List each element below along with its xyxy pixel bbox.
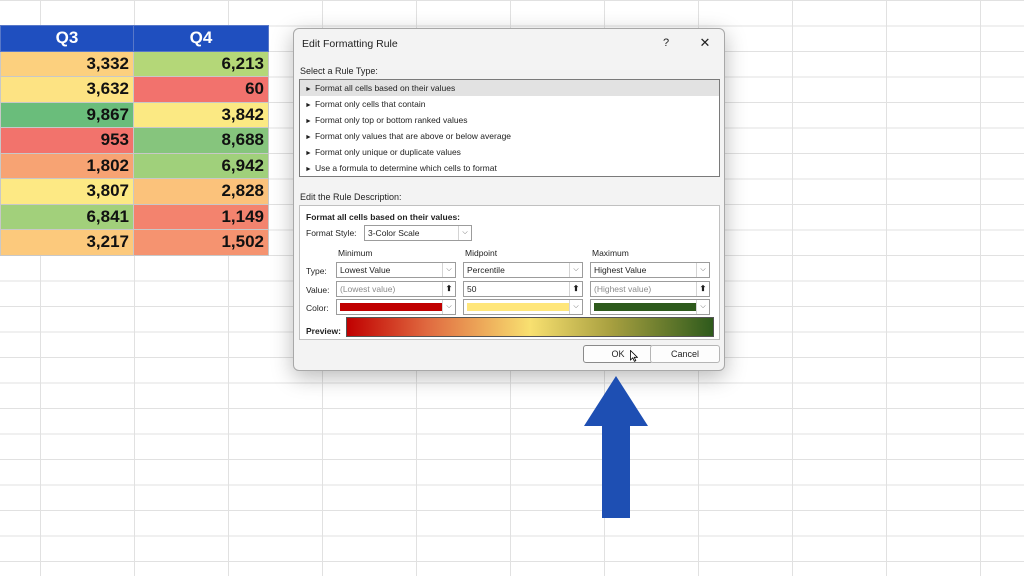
triangle-right-icon: ► <box>305 102 312 109</box>
rule-description-label: Edit the Rule Description: <box>300 192 402 202</box>
maximum-type-value: Highest Value <box>594 265 647 275</box>
minimum-color-swatch <box>340 303 442 311</box>
rule-type-item[interactable]: ► Format all cells based on their values <box>300 80 719 96</box>
midpoint-value: 50 <box>467 284 477 294</box>
midpoint-header: Midpoint <box>465 248 498 258</box>
chevron-down-icon: ⌵ <box>569 263 582 277</box>
triangle-right-icon: ► <box>305 166 312 173</box>
chevron-down-icon: ⌵ <box>569 300 582 314</box>
table-cell[interactable]: 1,149 <box>133 203 269 230</box>
rule-type-item[interactable]: ► Format only unique or duplicate values <box>300 144 719 160</box>
chevron-down-icon: ⌵ <box>458 226 471 240</box>
triangle-right-icon: ► <box>305 118 312 125</box>
minimum-header: Minimum <box>338 248 373 258</box>
dialog-title: Edit Formatting Rule <box>302 38 398 50</box>
table-cell[interactable]: 6,213 <box>133 50 269 77</box>
color-label: Color: <box>306 303 329 313</box>
mouse-pointer-icon <box>630 350 638 362</box>
edit-formatting-rule-dialog: Edit Formatting Rule ? ✕ Select a Rule T… <box>293 28 725 371</box>
rule-type-label-text: Format all cells based on their values <box>314 83 456 93</box>
table-cell[interactable]: 3,632 <box>0 76 134 103</box>
midpoint-color-swatch <box>467 303 569 311</box>
minimum-value-placeholder: (Lowest value) <box>340 284 396 294</box>
table-cell[interactable]: 3,807 <box>0 178 134 205</box>
triangle-right-icon: ► <box>305 134 312 141</box>
format-style-select[interactable]: 3-Color Scale ⌵ <box>364 225 472 241</box>
ok-button[interactable]: OK <box>583 345 653 363</box>
collapse-dialog-icon[interactable]: ⬆ <box>442 282 455 296</box>
up-arrow-icon <box>584 376 648 518</box>
column-header-q3[interactable]: Q3 <box>0 25 134 52</box>
collapse-dialog-icon[interactable]: ⬆ <box>696 282 709 296</box>
table-cell[interactable]: 3,217 <box>0 229 134 256</box>
minimum-color-select[interactable]: ⌵ <box>336 299 456 315</box>
preview-label: Preview: <box>306 326 341 336</box>
rule-type-item[interactable]: ► Format only top or bottom ranked values <box>300 112 719 128</box>
midpoint-value-input[interactable]: 50 ⬆ <box>463 281 583 297</box>
close-button[interactable]: ✕ <box>696 34 714 52</box>
value-label: Value: <box>306 285 330 295</box>
rule-type-label-text: Format only values that are above or bel… <box>314 131 512 141</box>
help-button[interactable]: ? <box>658 35 674 51</box>
column-header-q4[interactable]: Q4 <box>133 25 269 52</box>
rule-type-item[interactable]: ► Format only cells that contain <box>300 96 719 112</box>
table-cell[interactable]: 1,802 <box>0 152 134 179</box>
rule-type-item[interactable]: ► Format only values that are above or be… <box>300 128 719 144</box>
maximum-type-select[interactable]: Highest Value ⌵ <box>590 262 710 278</box>
type-label: Type: <box>306 266 327 276</box>
rule-type-label-text: Format only top or bottom ranked values <box>314 115 468 125</box>
table-row: 3,332 6,213 <box>0 50 269 77</box>
table-cell[interactable]: 60 <box>133 76 269 103</box>
cancel-button[interactable]: Cancel <box>650 345 720 363</box>
rule-type-label-text: Use a formula to determine which cells t… <box>314 163 497 173</box>
table-cell[interactable]: 3,842 <box>133 101 269 128</box>
triangle-right-icon: ► <box>305 86 312 93</box>
table-cell[interactable]: 953 <box>0 127 134 154</box>
rule-type-label-text: Format only cells that contain <box>314 99 426 109</box>
table-cell[interactable]: 2,828 <box>133 178 269 205</box>
chevron-down-icon: ⌵ <box>442 300 455 314</box>
format-style-label: Format Style: <box>306 228 357 238</box>
minimum-type-select[interactable]: Lowest Value ⌵ <box>336 262 456 278</box>
table-row: 3,632 60 <box>0 76 269 103</box>
table-row: 6,841 1,149 <box>0 203 269 230</box>
chevron-down-icon: ⌵ <box>442 263 455 277</box>
midpoint-type-value: Percentile <box>467 265 505 275</box>
midpoint-type-select[interactable]: Percentile ⌵ <box>463 262 583 278</box>
minimum-type-value: Lowest Value <box>340 265 391 275</box>
color-scale-preview <box>346 317 714 337</box>
table-header-row: Q3 Q4 <box>0 25 269 52</box>
table-cell[interactable]: 3,332 <box>0 50 134 77</box>
rule-description-panel: Format all cells based on their values: … <box>299 205 720 340</box>
maximum-value-placeholder: (Highest value) <box>594 284 652 294</box>
rule-type-label: Select a Rule Type: <box>300 66 378 76</box>
table-row: 1,802 6,942 <box>0 152 269 179</box>
table-cell[interactable]: 9,867 <box>0 101 134 128</box>
description-heading: Format all cells based on their values: <box>306 212 460 222</box>
collapse-dialog-icon[interactable]: ⬆ <box>569 282 582 296</box>
maximum-value-input[interactable]: (Highest value) ⬆ <box>590 281 710 297</box>
table-row: 953 8,688 <box>0 127 269 154</box>
maximum-header: Maximum <box>592 248 629 258</box>
triangle-right-icon: ► <box>305 150 312 157</box>
chevron-down-icon: ⌵ <box>696 263 709 277</box>
rule-type-label-text: Format only unique or duplicate values <box>314 147 461 157</box>
rule-type-item[interactable]: ► Use a formula to determine which cells … <box>300 160 719 176</box>
data-table: Q3 Q4 3,332 6,213 3,632 60 9,867 3,842 953 8,68… <box>0 25 269 256</box>
table-cell[interactable]: 1,502 <box>133 229 269 256</box>
table-cell[interactable]: 8,688 <box>133 127 269 154</box>
midpoint-color-select[interactable]: ⌵ <box>463 299 583 315</box>
table-row: 3,807 2,828 <box>0 178 269 205</box>
chevron-down-icon: ⌵ <box>696 300 709 314</box>
table-row: 9,867 3,842 <box>0 101 269 128</box>
format-style-value: 3-Color Scale <box>368 228 420 238</box>
table-body: 3,332 6,213 3,632 60 9,867 3,842 953 8,688 1,802… <box>0 50 269 256</box>
rule-type-list[interactable]: ► Format all cells based on their values ►… <box>299 79 720 177</box>
table-cell[interactable]: 6,841 <box>0 203 134 230</box>
maximum-color-select[interactable]: ⌵ <box>590 299 710 315</box>
table-row: 3,217 1,502 <box>0 229 269 256</box>
table-cell[interactable]: 6,942 <box>133 152 269 179</box>
maximum-color-swatch <box>594 303 696 311</box>
minimum-value-input[interactable]: (Lowest value) ⬆ <box>336 281 456 297</box>
